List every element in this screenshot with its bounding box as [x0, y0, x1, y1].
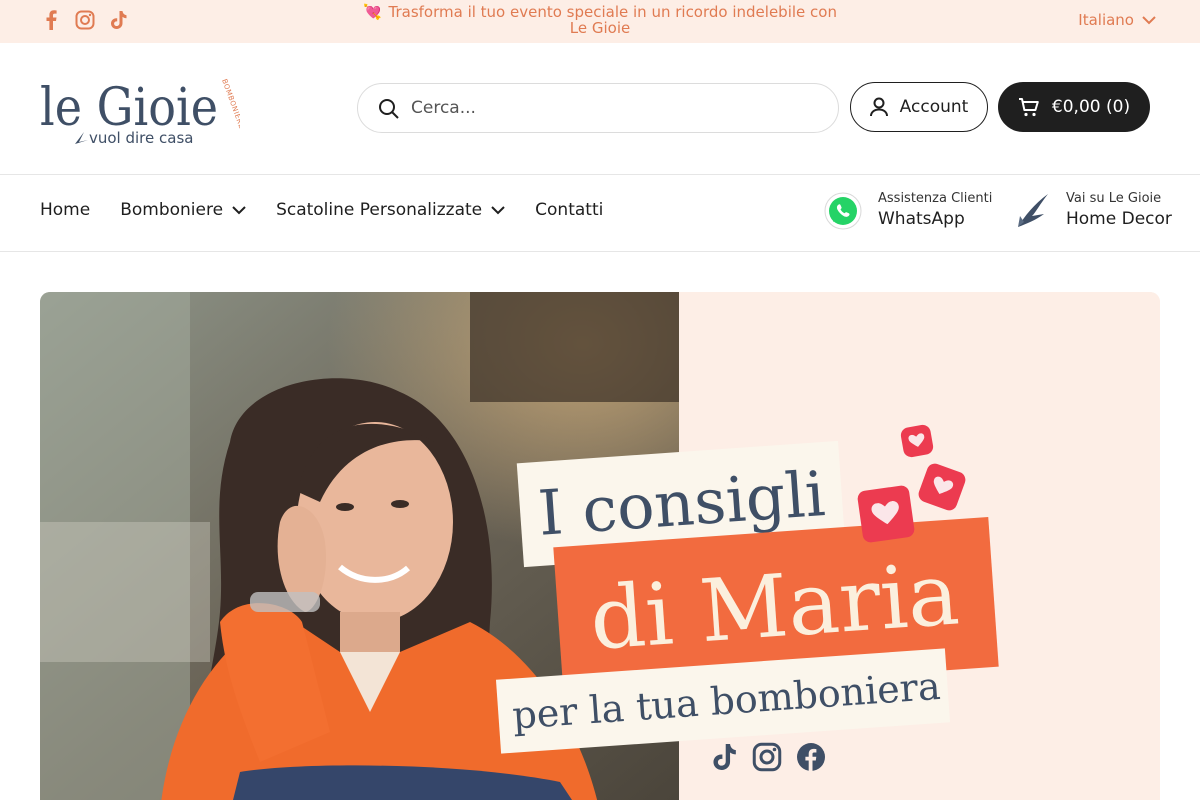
cart-total: €0,00 (0)	[1051, 97, 1131, 117]
search-bar[interactable]	[357, 83, 839, 133]
chevron-down-icon	[491, 205, 505, 214]
site-logo[interactable]: le Gioie BOMBONIERE vuol dire casa	[40, 70, 246, 150]
promo-main-label: WhatsApp	[878, 209, 965, 229]
tiktok-icon	[713, 744, 736, 770]
nav-item-label: Bomboniere	[120, 200, 224, 220]
logo-side-text: BOMBONIERE	[220, 78, 240, 130]
heart-icon: 💘	[363, 3, 382, 21]
header-divider	[0, 174, 1200, 175]
language-label: Italiano	[1078, 11, 1134, 29]
whatsapp-icon	[824, 192, 862, 229]
account-button[interactable]: Account	[850, 82, 988, 132]
search-input[interactable]	[411, 98, 811, 118]
nav-item-label: Scatoline Personalizzate	[276, 200, 483, 220]
user-icon	[869, 97, 888, 117]
tiktok-icon[interactable]	[108, 9, 130, 31]
hero-banner[interactable]: I consigli di Maria per la tua bombonier…	[40, 292, 1160, 800]
instagram-icon	[752, 742, 782, 772]
cart-icon	[1018, 98, 1039, 117]
logo-tagline: vuol dire casa	[89, 129, 193, 147]
main-nav: Home Bomboniere Scatoline Personalizzate…	[40, 200, 603, 220]
account-label: Account	[899, 97, 969, 117]
chevron-down-icon	[232, 205, 246, 214]
nav-item-bomboniere[interactable]: Bomboniere	[120, 200, 246, 220]
home-decor-promo-text: Vai su Le Gioie Home Decor	[1066, 190, 1172, 231]
announcement-text: 💘 Trasforma il tuo evento speciale in un…	[360, 4, 840, 36]
facebook-icon[interactable]	[40, 9, 62, 31]
nav-item-label: Contatti	[535, 200, 604, 220]
nav-item-label: Home	[40, 200, 91, 220]
nav-item-scatoline[interactable]: Scatoline Personalizzate	[276, 200, 505, 220]
chevron-down-icon	[1142, 15, 1156, 24]
announcement-bar: 💘 Trasforma il tuo evento speciale in un…	[0, 0, 1200, 43]
announcement-message: Trasforma il tuo evento speciale in un r…	[388, 3, 837, 37]
cart-button[interactable]: €0,00 (0)	[998, 82, 1150, 132]
promo-small-label: Vai su Le Gioie	[1066, 191, 1162, 206]
instagram-icon[interactable]	[74, 9, 96, 31]
facebook-icon	[797, 743, 825, 771]
social-links	[40, 9, 130, 31]
hero-social-icons	[712, 742, 826, 772]
whatsapp-promo-text: Assistenza Clienti WhatsApp	[878, 190, 992, 231]
nav-divider	[0, 251, 1200, 252]
home-decor-link[interactable]: Vai su Le Gioie Home Decor	[1014, 190, 1172, 231]
nav-item-contatti[interactable]: Contatti	[535, 200, 603, 220]
heart-bubble-icon	[856, 484, 916, 544]
promo-main-label: Home Decor	[1066, 209, 1172, 229]
heart-bubble-icon	[899, 423, 935, 459]
language-selector[interactable]: Italiano	[1078, 11, 1156, 29]
nav-item-home[interactable]: Home	[40, 200, 90, 220]
promo-small-label: Assistenza Clienti	[878, 191, 993, 206]
search-icon	[379, 98, 399, 119]
swallow-logo-icon	[1018, 193, 1048, 227]
whatsapp-support-link[interactable]: Assistenza Clienti WhatsApp	[824, 190, 992, 231]
